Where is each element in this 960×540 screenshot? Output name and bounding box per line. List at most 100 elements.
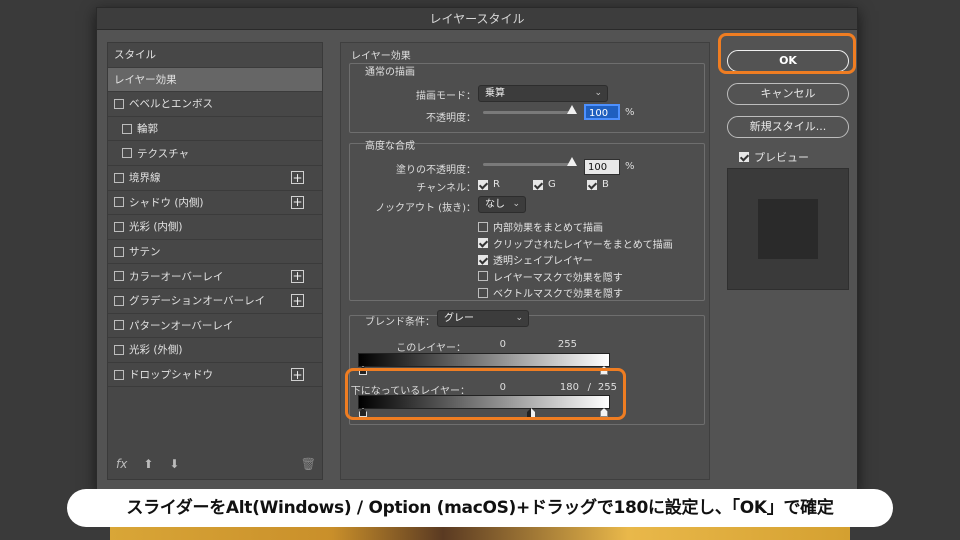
style-item[interactable]: 光彩 (内側) xyxy=(108,215,322,240)
style-item-label: カラーオーバーレイ xyxy=(129,270,224,283)
this-layer-high: 255 xyxy=(557,339,577,350)
this-layer-low: 0 xyxy=(499,339,506,350)
advanced-option-checkbox[interactable] xyxy=(478,287,488,298)
add-effect-icon[interactable]: + xyxy=(291,368,304,382)
style-item-checkbox[interactable] xyxy=(114,197,124,208)
style-item[interactable]: レイヤー効果 xyxy=(108,67,322,93)
advanced-option-checkbox[interactable] xyxy=(478,221,488,232)
preview-toggle[interactable]: プレビュー xyxy=(739,149,809,165)
layer-effects-title: レイヤー効果 xyxy=(351,51,411,62)
style-item-label: 境界線 xyxy=(129,172,161,185)
style-list-footer: fx ⬆ ⬇ 🗑 xyxy=(116,455,316,473)
fx-icon[interactable]: fx xyxy=(116,457,127,471)
style-list-scrollbar[interactable] xyxy=(322,43,323,479)
advanced-option[interactable]: クリップされたレイヤーをまとめて描画 xyxy=(478,236,673,251)
blend-mode-select[interactable]: 乗算 ⌄ xyxy=(478,85,608,102)
fill-opacity-input[interactable]: 100 xyxy=(584,159,620,175)
style-item[interactable]: 境界線 + xyxy=(108,166,322,191)
advanced-option-checkbox[interactable] xyxy=(478,271,488,281)
fill-opacity-slider[interactable] xyxy=(483,163,575,166)
blend-if-select[interactable]: グレー ⌄ xyxy=(437,310,529,327)
cancel-button[interactable]: キャンセル xyxy=(727,83,849,105)
channel-g-label: G xyxy=(548,179,556,190)
style-item-checkbox[interactable] xyxy=(114,98,124,109)
style-item-checkbox[interactable] xyxy=(114,221,124,232)
style-item-checkbox[interactable] xyxy=(122,148,132,159)
opacity-input[interactable]: 100 xyxy=(584,104,620,120)
channels-label: チャンネル： xyxy=(416,183,476,194)
style-item-checkbox[interactable] xyxy=(114,246,124,257)
channel-b[interactable]: B xyxy=(587,179,609,190)
advanced-option[interactable]: 透明シェイプレイヤー xyxy=(478,252,593,267)
knockout-label: ノックアウト (抜き)： xyxy=(375,203,476,214)
dialog-title: レイヤースタイル xyxy=(97,8,857,30)
channel-g[interactable]: G xyxy=(533,179,556,190)
preview-swatch xyxy=(758,199,818,259)
channel-g-checkbox[interactable] xyxy=(533,179,543,190)
style-item[interactable]: 輪郭 xyxy=(108,117,322,142)
style-list: スタイル レイヤー効果 ベベルとエンボス 輪郭 テクスチャ 境界線 + シャドウ (内側) + 光… xyxy=(107,42,323,480)
style-item[interactable]: サテン xyxy=(108,240,322,265)
style-item[interactable]: グラデーションオーバーレイ + xyxy=(108,289,322,314)
blend-mode-value: 乗算 xyxy=(485,88,505,99)
fill-opacity-unit: % xyxy=(625,161,635,172)
style-item[interactable]: パターンオーバーレイ xyxy=(108,314,322,339)
style-item[interactable]: スタイル xyxy=(108,43,322,68)
opacity-label: 不透明度： xyxy=(426,113,476,124)
style-item[interactable]: ベベルとエンボス xyxy=(108,92,322,117)
style-item-checkbox[interactable] xyxy=(114,320,124,331)
advanced-option[interactable]: ベクトルマスクで効果を隠す xyxy=(478,285,623,300)
knockout-value: なし xyxy=(485,199,505,210)
style-item[interactable]: カラーオーバーレイ + xyxy=(108,264,322,289)
add-effect-icon[interactable]: + xyxy=(291,294,304,308)
this-layer-gradient xyxy=(358,353,610,367)
chevron-down-icon: ⌄ xyxy=(594,88,602,98)
style-item-label: テクスチャ xyxy=(137,147,190,160)
blend-mode-label: 描画モード： xyxy=(416,91,476,102)
advanced-option-label: 透明シェイプレイヤー xyxy=(493,256,593,267)
advanced-blending-title: 高度な合成 xyxy=(365,141,415,152)
style-item-checkbox[interactable] xyxy=(122,123,132,134)
channel-r-checkbox[interactable] xyxy=(478,179,488,190)
add-effect-icon[interactable]: + xyxy=(291,171,304,185)
style-item[interactable]: テクスチャ xyxy=(108,141,322,166)
preview-label: プレビュー xyxy=(754,151,809,164)
preview-checkbox[interactable] xyxy=(739,152,749,162)
style-item-label: サテン xyxy=(129,246,161,259)
this-layer-label: このレイヤー： xyxy=(396,343,466,354)
advanced-option-label: クリップされたレイヤーをまとめて描画 xyxy=(493,239,673,251)
style-item-checkbox[interactable] xyxy=(114,369,124,380)
opacity-slider[interactable] xyxy=(483,111,575,114)
channel-b-checkbox[interactable] xyxy=(587,179,597,190)
style-item-checkbox[interactable] xyxy=(114,271,124,282)
tutorial-caption: スライダーをAlt(Windows) / Option (macOS)+ドラッグ… xyxy=(67,489,893,527)
move-down-icon[interactable]: ⬇ xyxy=(169,457,179,471)
fill-opacity-slider-thumb[interactable] xyxy=(567,157,577,166)
opacity-slider-thumb[interactable] xyxy=(567,105,577,114)
preview-thumbnail xyxy=(727,168,849,290)
move-up-icon[interactable]: ⬆ xyxy=(143,457,153,471)
style-item-label: ベベルとエンボス xyxy=(129,98,213,111)
style-item-label: 光彩 (内側) xyxy=(129,221,183,234)
advanced-option-checkbox[interactable] xyxy=(478,254,488,265)
style-item-checkbox[interactable] xyxy=(114,344,124,355)
chevron-down-icon: ⌄ xyxy=(515,313,523,323)
style-item[interactable]: シャドウ (内側) + xyxy=(108,191,322,216)
advanced-option-checkbox[interactable] xyxy=(478,238,488,248)
blend-if-label: ブレンド条件： xyxy=(365,317,435,328)
channel-r[interactable]: R xyxy=(478,179,500,190)
style-item-checkbox[interactable] xyxy=(114,172,124,183)
add-effect-icon[interactable]: + xyxy=(291,195,304,209)
advanced-option[interactable]: 内部効果をまとめて描画 xyxy=(478,219,603,234)
style-item[interactable]: ドロップシャドウ + xyxy=(108,363,322,388)
knockout-select[interactable]: なし ⌄ xyxy=(478,196,526,213)
style-item-checkbox[interactable] xyxy=(114,295,124,306)
blend-if-value: グレー xyxy=(444,313,474,324)
advanced-option-label: レイヤーマスクで効果を隠す xyxy=(493,272,623,284)
add-effect-icon[interactable]: + xyxy=(291,269,304,283)
advanced-option[interactable]: レイヤーマスクで効果を隠す xyxy=(478,269,623,284)
style-item[interactable]: 光彩 (外側) xyxy=(108,338,322,363)
trash-icon[interactable]: 🗑 xyxy=(301,457,316,471)
advanced-option-label: 内部効果をまとめて描画 xyxy=(493,223,603,234)
new-style-button[interactable]: 新規スタイル... xyxy=(727,116,849,138)
